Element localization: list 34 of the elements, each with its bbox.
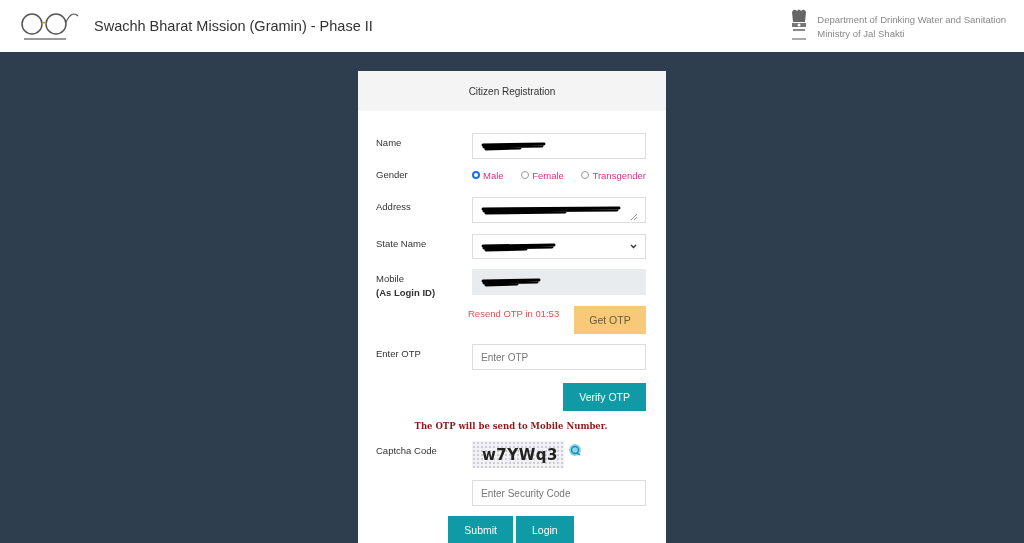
field-label: Captcha Code: [376, 445, 437, 456]
field-label: Gender: [376, 168, 409, 182]
field-label: Address: [376, 200, 412, 214]
input-field[interactable]: [472, 269, 646, 295]
radio-option[interactable]: Male: [472, 169, 504, 181]
field-label: Name: [376, 136, 403, 150]
captcha-code: w7YWq3: [472, 441, 564, 468]
input-field[interactable]: Enter OTP: [472, 344, 646, 370]
field-label: Enter OTP: [376, 348, 421, 359]
radio-option[interactable]: Female: [521, 169, 564, 181]
radio-button[interactable]: [472, 171, 480, 179]
resize-grip-icon: [631, 214, 637, 220]
otp-notice: The OTP will be send to Mobile Number.: [414, 421, 608, 431]
form-button[interactable]: Submit: [448, 516, 513, 543]
get-otp-button[interactable]: Get OTP: [574, 306, 646, 334]
text-area[interactable]: [472, 197, 646, 223]
department-name: Department of Drinking Water and Sanitation: [817, 13, 1006, 25]
field-sublabel: (As Login ID): [376, 286, 437, 300]
verify-otp-button[interactable]: Verify OTP: [563, 383, 646, 411]
redaction-scribble: [481, 277, 541, 287]
chevron-down-icon: [630, 244, 637, 249]
form-title: Citizen Registration: [468, 85, 556, 97]
resend-timer: Resend OTP in 01:53: [468, 307, 561, 321]
form-button[interactable]: Login: [516, 516, 574, 543]
field-label: State Name: [376, 237, 428, 251]
site-title: Swachh Bharat Mission (Gramin) - Phase II: [94, 18, 373, 34]
field-label: Mobile: [376, 272, 405, 286]
ministry-name: Ministry of Jal Shakti: [817, 27, 906, 39]
radio-option[interactable]: Transgender: [581, 169, 646, 181]
select-field[interactable]: [472, 234, 646, 259]
refresh-icon[interactable]: [568, 443, 582, 457]
input-field[interactable]: Enter Security Code: [472, 480, 646, 506]
redaction-scribble: [481, 141, 546, 151]
input-field[interactable]: [472, 133, 646, 159]
